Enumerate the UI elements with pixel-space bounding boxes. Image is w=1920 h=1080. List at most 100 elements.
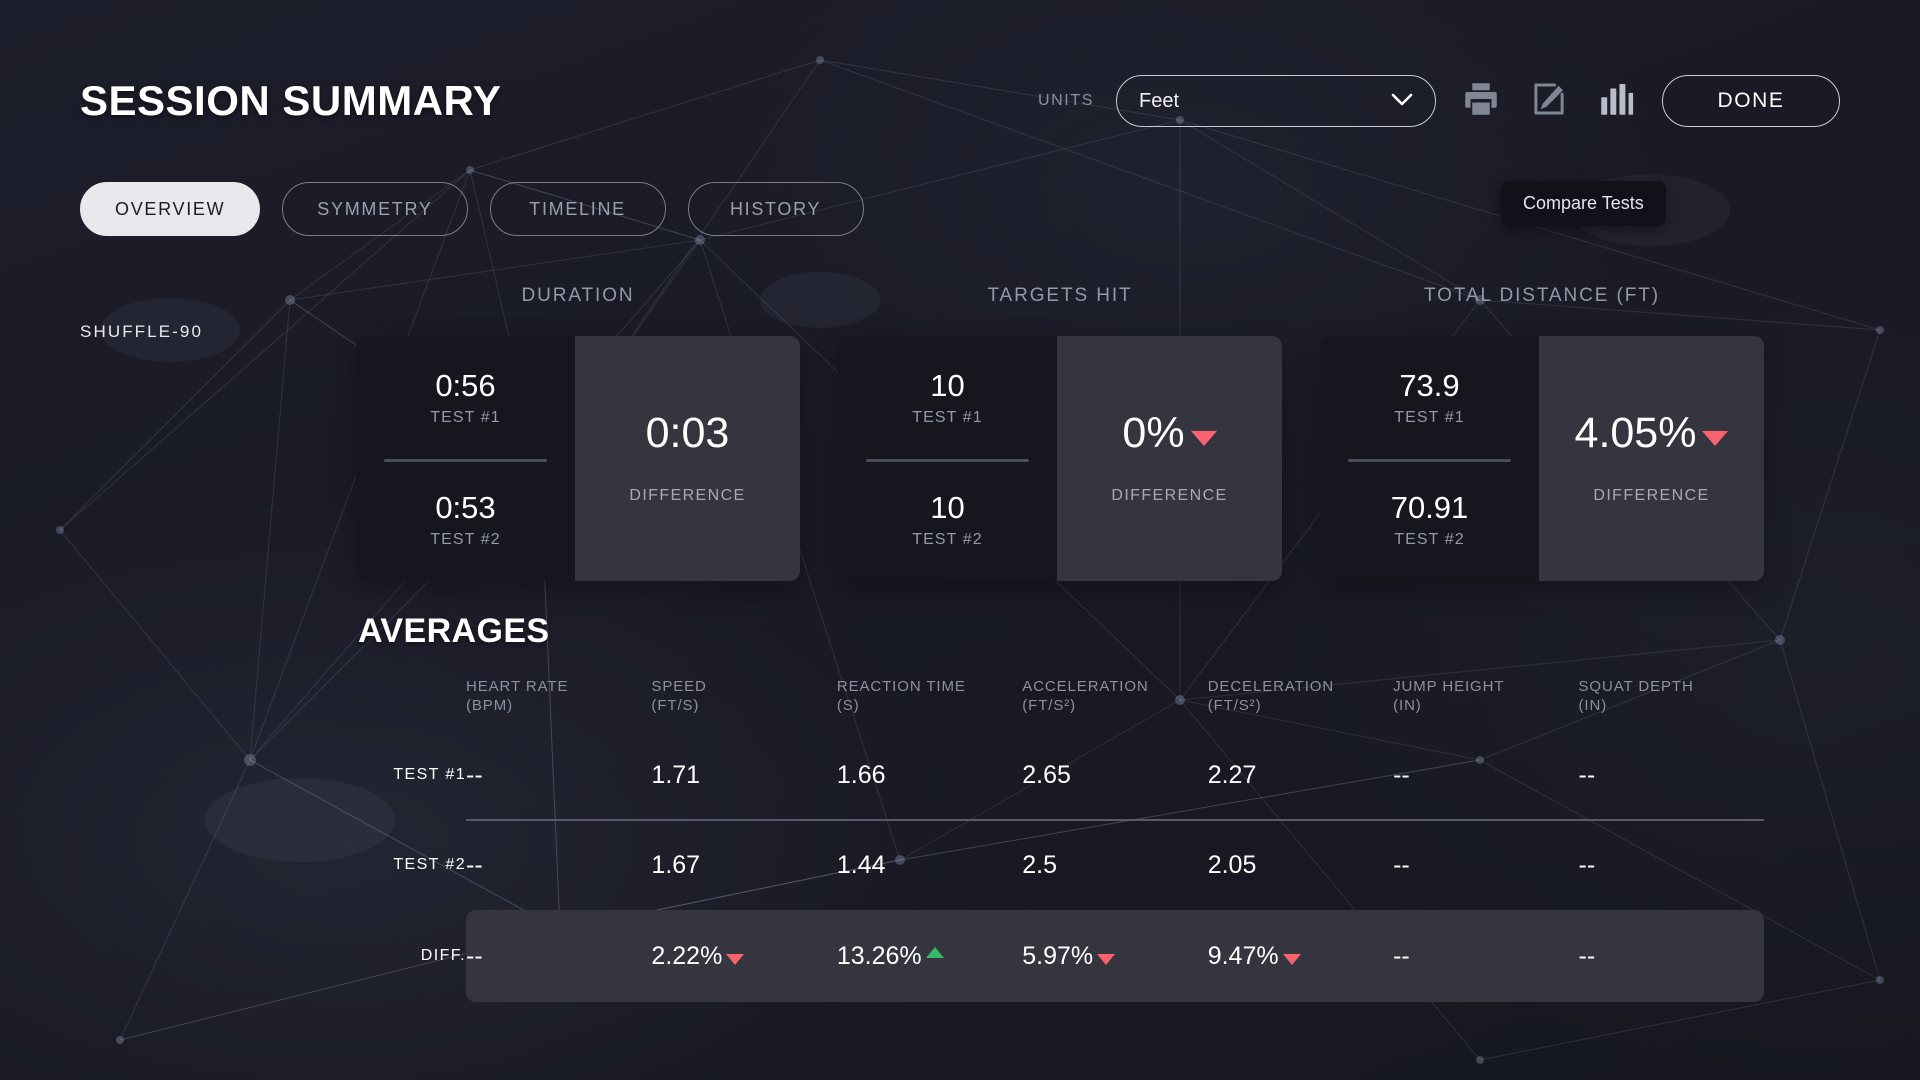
stat-test1-value: 10 [930, 367, 965, 403]
column-header-jump-height: JUMP HEIGHT (IN) [1393, 678, 1505, 714]
stat-difference-value-wrap: 0% [1122, 409, 1217, 457]
averages-table: HEART RATE (BPM) SPEED (FT/S) REACTION T… [358, 678, 1764, 1002]
stat-test2-label: TEST #2 [430, 531, 501, 549]
table-row: TEST #2 -- 1.67 1.44 2.5 2.05 -- -- [358, 820, 1764, 910]
stat-test2-label: TEST #2 [912, 531, 983, 549]
cell-heart-rate: -- [466, 850, 483, 879]
stat-card-title: TOTAL DISTANCE (FT) [1424, 285, 1660, 306]
chevron-down-icon [1391, 90, 1413, 113]
units-select-value: Feet [1139, 89, 1180, 112]
column-header-reaction-time: REACTION TIME (S) [836, 678, 966, 714]
card-divider [1348, 458, 1511, 462]
units-label: UNITS [1038, 92, 1094, 109]
cell-acceleration: 5.97% [1022, 942, 1207, 971]
stat-difference-value: 0:03 [645, 409, 730, 457]
stat-card-tests: 73.9 TEST #1 70.91 TEST #2 [1320, 336, 1539, 581]
table-row-diff: -- 2.22% 13.26% 5.97% 9.47% -- -- [466, 910, 1764, 1002]
stat-card-difference: 0% DIFFERENCE [1057, 336, 1282, 581]
trend-up-icon [925, 947, 944, 958]
compare-tests-tooltip: Compare Tests [1501, 181, 1666, 226]
card-divider [384, 458, 547, 462]
stat-difference-value-wrap: 4.05% [1575, 412, 1729, 455]
cell-reaction-time: 1.44 [836, 850, 886, 879]
stat-difference-label: DIFFERENCE [629, 487, 746, 504]
stat-card-difference: 4.05% DIFFERENCE [1539, 336, 1764, 581]
stat-difference-label: DIFFERENCE [1111, 487, 1228, 504]
cell-squat-depth: -- [1578, 850, 1596, 879]
done-button[interactable]: DONE [1662, 75, 1840, 127]
column-header-speed: SPEED (FT/S) [651, 678, 707, 714]
stat-test2: 70.91 TEST #2 [1391, 459, 1469, 582]
cell-deceleration: 2.27 [1207, 760, 1257, 789]
stat-test1-label: TEST #1 [430, 408, 501, 426]
stat-card-group: DURATION 0:56 TEST #1 0:53 TEST #2 0:03 … [356, 285, 1764, 581]
trend-down-icon [1702, 431, 1729, 446]
page-header: SESSION SUMMARY UNITS Feet DONE [80, 70, 1840, 132]
trend-down-icon [726, 954, 745, 965]
column-header-acceleration: ACCELERATION (FT/S²) [1022, 678, 1149, 714]
tab-overview[interactable]: OVERVIEW [80, 182, 261, 236]
stat-card-total-distance: TOTAL DISTANCE (FT) 73.9 TEST #1 70.91 T… [1320, 285, 1764, 581]
cell-deceleration: 9.47% [1208, 942, 1393, 971]
row-label-diff: DIFF. [420, 947, 466, 964]
trend-down-icon [1282, 954, 1301, 965]
stat-card-duration: DURATION 0:56 TEST #1 0:53 TEST #2 0:03 … [356, 285, 800, 581]
column-header-deceleration: DECELERATION (FT/S²) [1207, 678, 1335, 714]
header-actions: UNITS Feet DONE [1038, 75, 1840, 127]
compare-tests-button[interactable] [1594, 78, 1640, 124]
cell-squat-depth: -- [1578, 941, 1596, 970]
stat-test1-label: TEST #1 [1394, 408, 1465, 426]
cell-jump-height: -- [1393, 850, 1410, 879]
cell-heart-rate: -- [466, 941, 483, 970]
stat-card-title: TARGETS HIT [987, 285, 1133, 306]
cell-reaction-time: 1.66 [836, 760, 886, 789]
stat-difference-value: 0% [1122, 409, 1185, 457]
cell-reaction-time: 13.26% [837, 942, 1022, 971]
cell-jump-height: -- [1393, 941, 1410, 970]
cell-deceleration: 2.05 [1207, 850, 1257, 879]
trend-down-icon [1097, 954, 1116, 965]
stat-card-difference: 0:03 DIFFERENCE [575, 336, 800, 581]
cell-jump-height: -- [1393, 760, 1410, 789]
session-summary-screen: SESSION SUMMARY UNITS Feet DONE Compare … [0, 0, 1920, 1080]
units-select[interactable]: Feet [1116, 75, 1436, 127]
row-label-test1: TEST #1 [393, 766, 466, 783]
stat-test2-value: 0:53 [435, 490, 496, 526]
stat-test1-value: 73.9 [1399, 367, 1460, 403]
stat-test1-label: TEST #1 [912, 408, 983, 426]
stat-card-tests: 10 TEST #1 10 TEST #2 [838, 336, 1057, 581]
table-row-diff-wrap: DIFF. -- 2.22% 13.26% 5.97% 9.47% -- -- [358, 910, 1764, 1002]
cell-speed: 1.71 [651, 760, 701, 789]
stat-test2: 10 TEST #2 [912, 459, 983, 582]
tab-bar: OVERVIEW SYMMETRY TIMELINE HISTORY [80, 182, 864, 236]
stat-card-title: DURATION [521, 285, 635, 306]
table-row: TEST #1 -- 1.71 1.66 2.65 2.27 -- -- [358, 730, 1764, 821]
cell-speed: 2.22% [651, 942, 836, 971]
cell-acceleration: 2.65 [1022, 760, 1071, 789]
card-divider [866, 458, 1029, 462]
session-name: SHUFFLE-90 [80, 322, 204, 341]
edit-pencil-icon [1528, 78, 1570, 125]
averages-title: AVERAGES [358, 612, 550, 650]
row-label-test2: TEST #2 [393, 856, 466, 873]
print-button[interactable] [1458, 78, 1504, 124]
stat-test2-label: TEST #2 [1394, 531, 1465, 549]
stat-card-targets-hit: TARGETS HIT 10 TEST #1 10 TEST #2 0% DIF… [838, 285, 1282, 581]
stat-card-tests: 0:56 TEST #1 0:53 TEST #2 [356, 336, 575, 581]
stat-test1-value: 0:56 [435, 367, 496, 403]
stat-difference-value: 4.05% [1574, 409, 1697, 457]
bar-chart-icon [1596, 78, 1638, 125]
printer-icon [1460, 78, 1502, 125]
cell-speed: 1.67 [651, 850, 701, 879]
tab-symmetry[interactable]: SYMMETRY [282, 182, 468, 236]
tab-timeline[interactable]: TIMELINE [489, 182, 666, 236]
stat-difference-label: DIFFERENCE [1593, 487, 1710, 504]
edit-button[interactable] [1526, 78, 1572, 124]
stat-test2-value: 70.91 [1390, 490, 1469, 526]
tab-history[interactable]: HISTORY [687, 182, 864, 236]
cell-heart-rate: -- [466, 760, 483, 789]
stat-test1: 73.9 TEST #1 [1394, 336, 1465, 459]
stat-test2: 0:53 TEST #2 [430, 459, 501, 582]
column-header-heart-rate: HEART RATE (BPM) [466, 678, 569, 714]
stat-test1: 10 TEST #1 [912, 336, 983, 459]
